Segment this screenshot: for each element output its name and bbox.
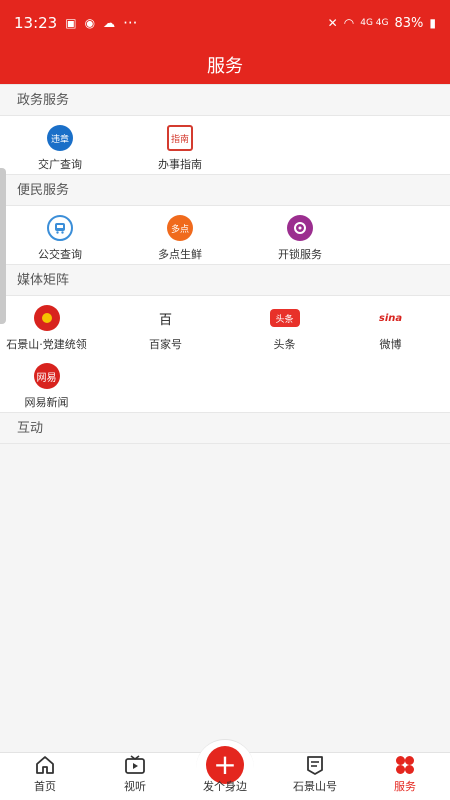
tab-label: 发个身边	[203, 780, 247, 793]
tab-shijingshan-account[interactable]: 石景山号	[270, 753, 360, 800]
mute-icon: ✕	[327, 16, 338, 30]
service-item-unlock[interactable]: 开锁服务	[240, 206, 360, 264]
tab-label: 视听	[124, 780, 146, 793]
signal-indicator: 4G 4G	[360, 18, 389, 28]
service-guide-icon: 指南	[167, 125, 193, 151]
service-item-label: 交广查询	[38, 158, 82, 171]
tv-icon	[125, 755, 145, 774]
services-grid-icon	[396, 756, 414, 774]
news-flag-icon	[307, 756, 323, 775]
wifi-icon: ◠	[343, 16, 355, 30]
section-header-interaction: 互动	[0, 412, 450, 444]
service-item-service-guide[interactable]: 指南 办事指南	[120, 116, 240, 174]
party-building-icon	[33, 305, 60, 331]
section-header-convenience: 便民服务	[0, 174, 450, 206]
service-item-label: 多点生鲜	[158, 248, 202, 261]
media-item-weibo[interactable]: sina 微博	[331, 296, 450, 354]
toutiao-icon: 头条	[269, 309, 300, 327]
service-item-label: 微博	[379, 338, 402, 351]
service-item-dmall[interactable]: 多点 多点生鲜	[120, 206, 240, 264]
convenience-services-grid: 公交查询 多点 多点生鲜 开锁服务	[0, 206, 450, 264]
netease-news-icon: 网易	[33, 363, 60, 389]
service-item-bus-query[interactable]: 公交查询	[0, 206, 120, 264]
media-item-toutiao[interactable]: 头条 头条	[238, 296, 331, 354]
media-item-netease-news[interactable]: 网易 网易新闻	[0, 354, 93, 412]
service-item-label: 公交查询	[38, 248, 82, 261]
cloud-icon: ☁	[103, 16, 116, 30]
service-item-traffic-query[interactable]: 违章 交广查询	[0, 116, 120, 174]
service-item-label: 网易新闻	[24, 396, 69, 409]
traffic-query-icon: 违章	[47, 125, 73, 151]
dmall-icon: 多点	[167, 215, 193, 241]
media-matrix-grid: 石景山·党建统领 百 百家号 头条 头条 sina 微博 网易 网易新闻	[0, 296, 450, 412]
tab-post-nearby[interactable]: + 发个身边	[180, 739, 270, 800]
service-item-label: 石景山·党建统领	[6, 338, 87, 351]
status-time: 13:23	[14, 14, 58, 32]
tab-home[interactable]: 首页	[0, 753, 90, 800]
battery-percent: 83%	[394, 15, 424, 31]
section-header-government: 政务服务	[0, 84, 450, 116]
status-bar: 13:23 ▣ ◉ ☁ ··· ✕ ◠ 4G 4G 83% ▮	[0, 0, 450, 46]
more-notifications: ···	[123, 14, 138, 32]
bottom-tab-bar: 首页 视听 + 发个身边 石景山号 服务	[0, 739, 450, 800]
app-notification-icon: ◉	[84, 16, 96, 30]
service-item-label: 办事指南	[158, 158, 202, 171]
media-item-party-building[interactable]: 石景山·党建统领	[0, 296, 93, 354]
media-item-baijiahao[interactable]: 百 百家号	[93, 296, 238, 354]
tab-label: 石景山号	[293, 780, 337, 793]
government-services-grid: 违章 交广查询 指南 办事指南	[0, 116, 450, 174]
service-item-label: 开锁服务	[278, 248, 322, 261]
service-content: 政务服务 违章 交广查询 指南 办事指南 便民服务 公交查询 多点 多点生鲜 开…	[0, 84, 450, 444]
service-item-label: 百家号	[149, 338, 182, 351]
service-item-label: 头条	[273, 338, 296, 351]
tab-video[interactable]: 视听	[90, 753, 180, 800]
weibo-icon: sina	[377, 305, 404, 331]
side-drag-handle[interactable]	[0, 168, 6, 324]
home-icon	[36, 756, 54, 774]
battery-icon: ▮	[429, 16, 436, 30]
top-bar: 13:23 ▣ ◉ ☁ ··· ✕ ◠ 4G 4G 83% ▮ 服务	[0, 0, 450, 84]
tab-label: 服务	[394, 780, 416, 793]
gallery-icon: ▣	[65, 16, 77, 30]
tab-services[interactable]: 服务	[360, 753, 450, 800]
tab-label: 首页	[34, 780, 56, 793]
page-title: 服务	[207, 56, 243, 77]
unlock-icon	[287, 215, 313, 241]
section-header-media: 媒体矩阵	[0, 264, 450, 296]
bus-icon	[47, 215, 73, 241]
baijiahao-icon: 百	[152, 305, 179, 331]
